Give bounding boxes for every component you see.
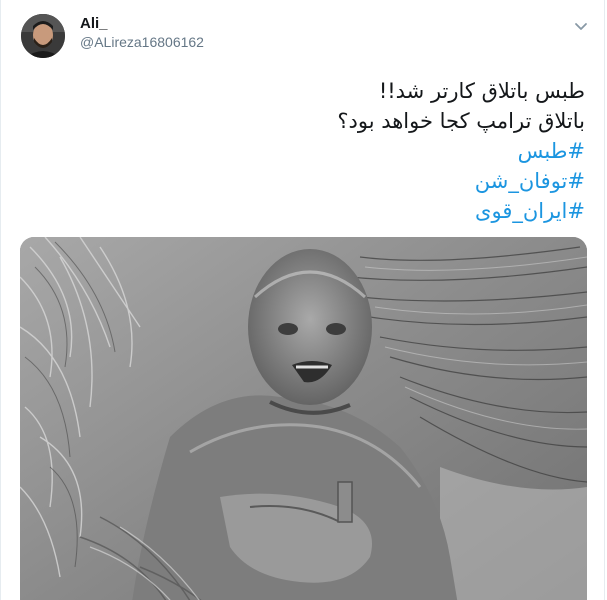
hashtag-link[interactable]: #توفان_شن — [25, 166, 585, 196]
tweet-photo[interactable] — [20, 237, 587, 600]
tweet-text: طبس باتلاق کارتر شد!! باتلاق ترامپ کجا خ… — [25, 76, 585, 226]
tweet-text-line: باتلاق ترامپ کجا خواهد بود؟ — [337, 109, 585, 133]
chevron-down-icon[interactable] — [572, 18, 590, 32]
tweet-header: Ali_ @ALireza16806162 — [21, 14, 604, 58]
tweet-card[interactable]: Ali_ @ALireza16806162 طبس باتلاق کارتر ش… — [0, 0, 605, 600]
user-info[interactable]: Ali_ @ALireza16806162 — [80, 14, 204, 52]
display-name[interactable]: Ali_ — [80, 14, 204, 33]
tweet-text-line: طبس باتلاق کارتر شد!! — [378, 79, 585, 103]
avatar[interactable] — [21, 14, 65, 58]
hashtag-link[interactable]: #طبس — [25, 136, 585, 166]
hashtag-link[interactable]: #ایران_قوی — [25, 196, 585, 226]
user-handle[interactable]: @ALireza16806162 — [80, 33, 204, 52]
